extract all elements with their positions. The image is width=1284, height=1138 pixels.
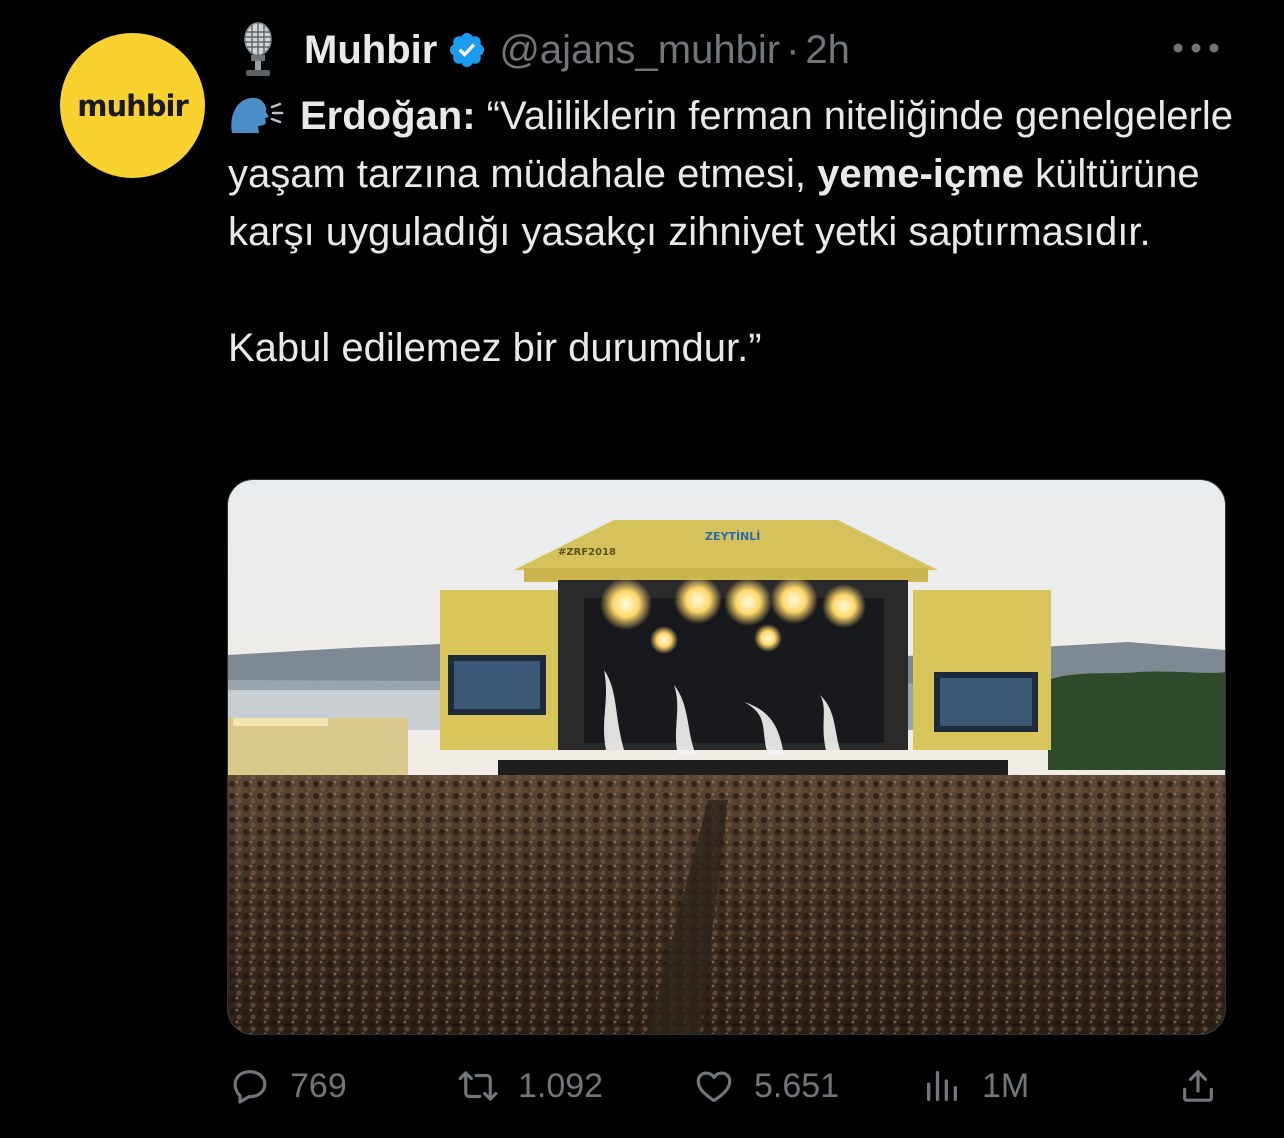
tweet-media-image[interactable]: #ZRF2018 ZEYTİNLİ bbox=[227, 479, 1226, 1035]
concert-photo: #ZRF2018 ZEYTİNLİ bbox=[228, 480, 1225, 1034]
avatar-logo-text: muhbir bbox=[77, 88, 189, 123]
stage-banner: ZEYTİNLİ bbox=[705, 529, 760, 543]
author-avatar[interactable]: muhbir bbox=[60, 33, 205, 178]
share-button[interactable] bbox=[1176, 1058, 1220, 1114]
like-count: 5.651 bbox=[754, 1066, 840, 1105]
retweet-button[interactable]: 1.092 bbox=[456, 1058, 603, 1114]
reply-button[interactable]: 769 bbox=[228, 1058, 347, 1114]
share-upload-icon bbox=[1176, 1064, 1220, 1108]
heart-icon bbox=[692, 1064, 736, 1108]
author-display-name[interactable]: Muhbir bbox=[304, 28, 437, 73]
more-options-icon[interactable] bbox=[1168, 33, 1224, 63]
retweet-count: 1.092 bbox=[518, 1066, 604, 1105]
tweet-header: Muhbir @ajans_muhbir · 2h bbox=[232, 22, 850, 78]
retweet-icon bbox=[456, 1064, 500, 1108]
microphone-emoji-icon bbox=[232, 22, 284, 78]
tweet-timestamp[interactable]: 2h bbox=[805, 28, 850, 73]
verified-badge-icon[interactable] bbox=[447, 30, 487, 70]
tweet-bold-phrase: yeme-içme bbox=[817, 152, 1024, 196]
like-button[interactable]: 5.651 bbox=[692, 1058, 839, 1114]
stage-hashtag: #ZRF2018 bbox=[558, 547, 616, 558]
reply-bubble-icon bbox=[228, 1064, 272, 1108]
views-analytics-icon bbox=[920, 1064, 964, 1108]
speaking-head-emoji-icon bbox=[228, 93, 284, 137]
tweet-actions-bar: 769 1.092 5.651 1M bbox=[228, 1058, 1224, 1114]
header-separator: · bbox=[786, 27, 800, 72]
quote-colon: : bbox=[462, 94, 476, 138]
author-handle[interactable]: @ajans_muhbir bbox=[499, 28, 780, 73]
quote-speaker-name[interactable]: Erdoğan bbox=[300, 94, 462, 138]
tweet-text-paragraph2: Kabul edilemez bir durumdur.” bbox=[228, 326, 762, 370]
views-count: 1M bbox=[982, 1066, 1030, 1105]
tweet-text: Erdoğan: “Valiliklerin ferman niteliğind… bbox=[228, 87, 1238, 377]
tweet-card: muhbir Muhbir @ajans_muhbir · 2h Erdoğan… bbox=[0, 0, 1284, 1138]
views-button[interactable]: 1M bbox=[920, 1058, 1029, 1114]
reply-count: 769 bbox=[290, 1066, 347, 1105]
